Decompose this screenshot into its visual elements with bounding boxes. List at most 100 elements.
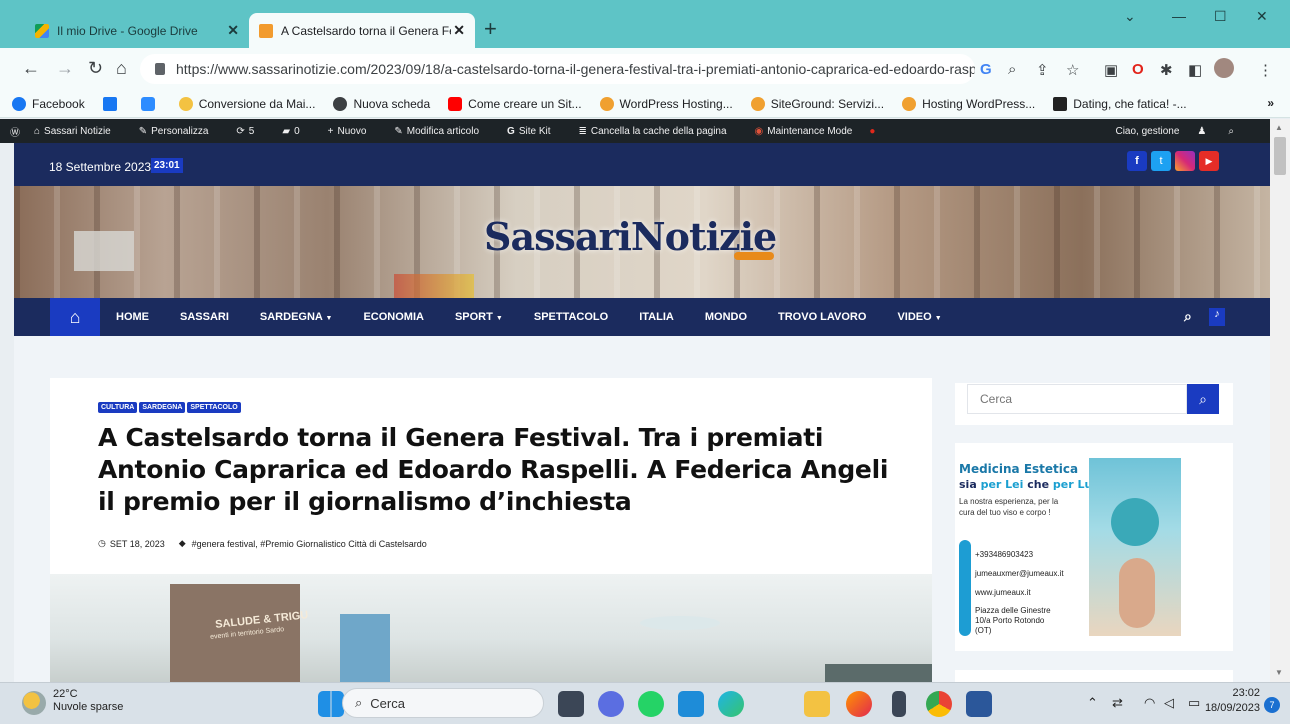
wordpress-icon[interactable]: Ⓦ <box>10 124 20 139</box>
nav-item-italia[interactable]: ITALIA <box>639 311 674 323</box>
side-panel-icon[interactable]: ◧ <box>1188 61 1202 79</box>
search-icon[interactable]: ⌕ <box>1228 126 1234 137</box>
back-icon[interactable]: ← <box>22 58 40 79</box>
bookmark-item[interactable]: Hosting WordPress... <box>902 96 1035 111</box>
weather-icon[interactable] <box>22 691 46 715</box>
sync-icon[interactable]: ⇄ <box>1112 695 1123 711</box>
nav-item-video[interactable]: VIDEO ▼ <box>897 311 941 323</box>
clock-time[interactable]: 23:02 <box>1220 687 1260 699</box>
customize-link[interactable]: ✎ Personalizza <box>139 126 223 137</box>
bookmark-item[interactable]: Come creare un Sit... <box>448 96 582 111</box>
nav-item-mondo[interactable]: MONDO <box>705 311 747 323</box>
address-bar[interactable]: https://www.sassarinotizie.com/2023/09/1… <box>140 54 975 84</box>
clock-date[interactable]: 18/09/2023 <box>1196 702 1260 714</box>
forward-icon[interactable]: → <box>56 58 74 79</box>
search-input[interactable] <box>967 384 1187 414</box>
bookmark-item[interactable]: Nuova scheda <box>333 96 430 111</box>
bookmark-star-icon[interactable]: ☆ <box>1066 61 1079 79</box>
window-close-icon[interactable]: ✕ <box>1256 8 1268 25</box>
lock-icon[interactable] <box>155 63 165 75</box>
share-icon[interactable]: ⇪ <box>1036 61 1049 79</box>
search-icon[interactable]: ⌕ <box>1184 308 1192 325</box>
volume-icon[interactable]: ◁ <box>1164 695 1174 711</box>
search-button[interactable]: ⌕ <box>1187 384 1219 414</box>
updates-link[interactable]: ⟳ 5 <box>236 126 268 137</box>
page-scrollbar[interactable]: ▲ ▼ <box>1270 119 1290 682</box>
chrome-icon[interactable] <box>926 691 952 717</box>
bookmark-item[interactable]: SiteGround: Servizi... <box>750 96 884 111</box>
weather-desc[interactable]: Nuvole sparse <box>53 701 123 713</box>
close-icon[interactable]: ✕ <box>227 22 239 39</box>
usb-icon[interactable] <box>892 691 906 717</box>
bookmark-item[interactable]: Conversione da Mai... <box>178 96 315 111</box>
firefox-icon[interactable] <box>846 691 872 717</box>
maximize-icon[interactable]: ☐ <box>1214 8 1227 25</box>
teams-chat-icon[interactable] <box>598 691 624 717</box>
category-badge[interactable]: SPETTACOLO <box>187 402 241 413</box>
nav-item-sardegna[interactable]: SARDEGNA ▼ <box>260 311 333 323</box>
bookmark-item[interactable]: Facebook <box>12 96 85 111</box>
avatar[interactable] <box>1214 58 1234 78</box>
minimize-icon[interactable]: — <box>1172 8 1186 24</box>
wifi-icon[interactable]: ◠ <box>1144 695 1155 711</box>
whatsapp-icon[interactable] <box>638 691 664 717</box>
google-translate-icon[interactable]: G <box>980 61 992 78</box>
scroll-down-icon[interactable]: ▼ <box>1275 668 1283 677</box>
bookmark-item[interactable]: WordPress Hosting... <box>599 96 733 111</box>
close-icon[interactable]: ✕ <box>453 22 465 39</box>
zoom-icon[interactable]: ⌕ <box>1008 61 1016 78</box>
facebook-icon[interactable]: f <box>1127 151 1147 171</box>
twitter-icon[interactable]: t <box>1151 151 1171 171</box>
site-kit-link[interactable]: G Site Kit <box>507 126 564 137</box>
home-icon[interactable]: ⌂ <box>50 298 100 336</box>
word-icon[interactable] <box>966 691 992 717</box>
edit-post-link[interactable]: ✎ Modifica articolo <box>394 126 493 137</box>
extension-icon[interactable]: ▣ <box>1104 61 1118 79</box>
bookmark-item[interactable] <box>102 96 123 111</box>
nav-item-home[interactable]: HOME <box>116 311 149 323</box>
comments-link[interactable]: ▰ 0 <box>282 126 313 137</box>
menu-dots-icon[interactable]: ⋮ <box>1258 61 1273 79</box>
bookmark-item[interactable] <box>140 96 161 111</box>
start-icon[interactable] <box>318 691 344 717</box>
category-badge[interactable]: SARDEGNA <box>139 402 186 413</box>
mail-icon[interactable] <box>678 691 704 717</box>
clear-cache-link[interactable]: ≣ Cancella la cache della pagina <box>579 126 741 137</box>
weather-temp[interactable]: 22°C <box>53 688 78 700</box>
category-badge[interactable]: CULTURA <box>98 402 138 413</box>
sidebar-ad-widget[interactable]: Medicina Estetica sia per Lei che per Lu… <box>955 443 1233 651</box>
bookmark-item[interactable]: Dating, che fatica! -... <box>1053 96 1187 111</box>
nav-item-spettacolo[interactable]: SPETTACOLO <box>534 311 608 323</box>
bookmarks-overflow-button[interactable]: » <box>1267 96 1274 110</box>
nav-item-sport[interactable]: SPORT ▼ <box>455 311 503 323</box>
task-view-icon[interactable] <box>558 691 584 717</box>
tab-search-icon[interactable]: ⌄ <box>1124 8 1136 25</box>
site-logo[interactable]: SassariNotizie <box>484 214 777 259</box>
scroll-up-icon[interactable]: ▲ <box>1275 123 1283 132</box>
maintenance-mode-link[interactable]: ◉ Maintenance Mode ● <box>755 126 890 137</box>
tab-google-drive[interactable]: Il mio Drive - Google Drive ✕ <box>25 13 249 48</box>
instagram-icon[interactable] <box>1175 151 1195 171</box>
reload-icon[interactable]: ↻ <box>88 58 103 79</box>
article-date[interactable]: SET 18, 2023 <box>110 539 165 549</box>
taskbar-search[interactable]: ⌕ Cerca <box>342 688 544 718</box>
account-menu[interactable]: Ciao, gestione ♟ ⌕ <box>1115 126 1248 137</box>
ad-banner[interactable]: Medicina Estetica sia per Lei che per Lu… <box>959 458 1181 636</box>
bell-icon[interactable]: ♪ <box>1209 308 1225 326</box>
chevron-up-icon[interactable]: ⌃ <box>1087 695 1098 711</box>
admin-site-link[interactable]: ⌂ Sassari Notizie <box>34 126 125 137</box>
file-explorer-icon[interactable] <box>804 691 830 717</box>
opera-icon[interactable]: O <box>1132 61 1144 78</box>
edge-icon[interactable] <box>718 691 744 717</box>
home-icon[interactable]: ⌂ <box>116 58 127 79</box>
puzzle-icon[interactable]: ✱ <box>1160 61 1173 79</box>
nav-item-sassari[interactable]: SASSARI <box>180 311 229 323</box>
notification-badge[interactable]: 7 <box>1264 697 1280 713</box>
featured-image[interactable]: SALUDE & TRIGU eventi in territorio Sard… <box>50 574 932 682</box>
new-content-link[interactable]: + Nuovo <box>328 126 381 137</box>
youtube-icon[interactable]: ▶ <box>1199 151 1219 171</box>
nav-item-trovo-lavoro[interactable]: TROVO LAVORO <box>778 311 866 323</box>
article-tags[interactable]: #genera festival, #Premio Giornalistico … <box>192 539 427 549</box>
new-tab-button[interactable]: + <box>484 16 497 42</box>
tab-sassari-notizie[interactable]: A Castelsardo torna il Genera Fes ✕ <box>249 13 475 48</box>
